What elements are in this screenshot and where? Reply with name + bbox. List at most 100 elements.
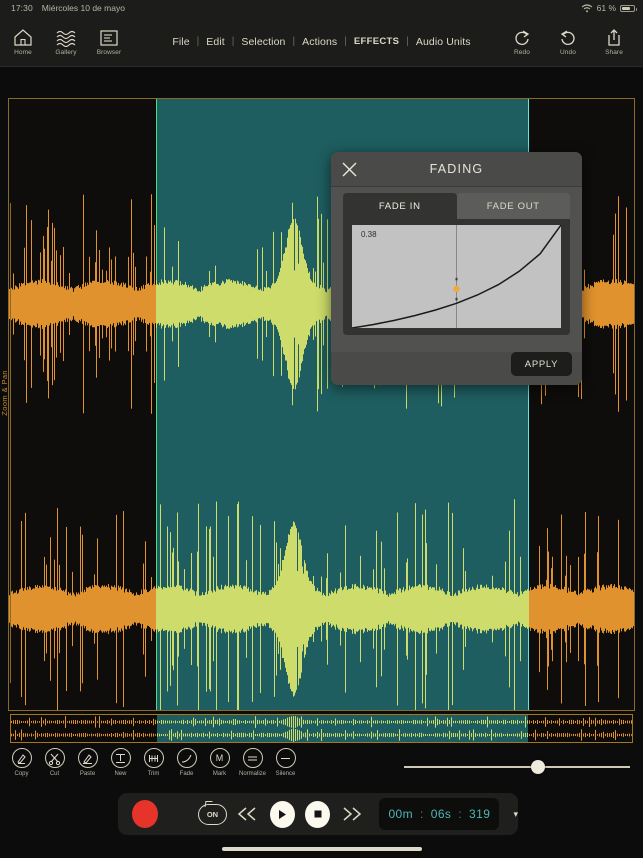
scissors-icon — [44, 748, 65, 768]
status-right-group: 61 % — [581, 3, 637, 13]
battery-percent: 61 % — [596, 3, 616, 13]
share-label: Share — [605, 48, 623, 56]
dialog-body: FADE IN FADE OUT 0.38 — [331, 187, 582, 352]
home-button[interactable]: Home — [6, 27, 40, 56]
menu-item-actions[interactable]: Actions — [295, 36, 344, 48]
tool-trim-label: Trim — [147, 771, 160, 777]
trim-icon — [143, 748, 164, 768]
status-date: Miércoles 10 de mayo — [41, 3, 125, 13]
home-icon — [13, 27, 33, 47]
mark-icon: M — [209, 748, 230, 768]
toolbar-right-group: Redo Undo Share — [505, 27, 631, 56]
time-colon: : — [420, 807, 424, 821]
browser-button[interactable]: Browser — [92, 27, 126, 56]
paste-icon — [77, 748, 98, 768]
tool-copy-label: Copy — [14, 771, 29, 777]
toolbar-left-group: Home Gallery Browser — [6, 27, 126, 56]
tool-copy[interactable]: Copy — [5, 748, 38, 790]
forward-button[interactable] — [339, 806, 363, 822]
chevron-down-icon[interactable]: ▾ — [513, 809, 518, 820]
menu-item-selection[interactable]: Selection — [234, 36, 292, 48]
tool-silence-label: Silence — [275, 771, 296, 777]
zoom-pan-axis-line — [10, 203, 11, 683]
close-icon[interactable] — [341, 161, 358, 178]
dialog-title: FADING — [429, 162, 484, 176]
undo-label: Undo — [560, 48, 576, 56]
redo-icon — [513, 27, 531, 47]
waveform-channel-right — [9, 494, 634, 710]
zoom-slider-thumb[interactable] — [531, 760, 546, 774]
undo-button[interactable]: Undo — [551, 27, 585, 56]
time-seconds: 06s — [430, 807, 452, 821]
tool-normalize[interactable]: Normalize — [236, 748, 269, 790]
browser-icon — [99, 27, 119, 47]
tool-silence[interactable]: Silence — [269, 748, 302, 790]
tool-new-label: New — [114, 771, 127, 777]
zoom-slider-track — [404, 766, 630, 768]
fading-dialog: FADING FADE IN FADE OUT 0.38 APPLY — [331, 152, 582, 385]
waves-icon — [56, 27, 76, 47]
normalize-icon — [242, 748, 263, 768]
tool-cut[interactable]: Cut — [38, 748, 71, 790]
fade-curve-plot — [352, 225, 561, 328]
share-icon — [605, 27, 623, 47]
loop-button[interactable]: ON — [198, 803, 227, 825]
overview-minimap[interactable] — [10, 714, 633, 743]
tool-normalize-label: Normalize — [238, 771, 266, 777]
loop-label: ON — [206, 809, 219, 819]
copy-icon — [11, 748, 32, 768]
gallery-button[interactable]: Gallery — [49, 27, 83, 56]
time-ruler[interactable]: New File 0.0s 6.320s 22.293s 26.8s 44.1K… — [0, 67, 643, 161]
gallery-label: Gallery — [55, 48, 77, 56]
new-icon — [110, 748, 131, 768]
dialog-header: FADING — [331, 152, 582, 187]
record-button[interactable] — [132, 800, 159, 828]
tab-fade-in[interactable]: FADE IN — [343, 193, 457, 219]
zoom-slider[interactable] — [404, 760, 630, 774]
apply-button[interactable]: APPLY — [511, 352, 572, 376]
audio-editor-app: 17:30 Miércoles 10 de mayo 61 % Home Gal… — [0, 0, 643, 858]
tool-paste[interactable]: Paste — [71, 748, 104, 790]
tool-fade[interactable]: Fade — [170, 748, 203, 790]
tool-cut-label: Cut — [49, 771, 60, 777]
rewind-button[interactable] — [236, 806, 260, 822]
time-minutes: 00m — [388, 807, 414, 821]
tool-trim[interactable]: Trim — [137, 748, 170, 790]
menu-item-audio-units[interactable]: Audio Units — [409, 36, 478, 48]
silence-icon — [275, 748, 296, 768]
fade-curve-panel: 0.38 — [343, 219, 570, 335]
minimap-waveform — [11, 716, 632, 742]
transport-bar: ON 00m : 06s : 319 ▾ — [118, 793, 518, 835]
zoom-pan-label: Zoom & Pan — [0, 370, 9, 416]
wifi-icon — [581, 3, 592, 12]
fade-tabs: FADE IN FADE OUT — [343, 193, 570, 219]
undo-icon — [559, 27, 577, 47]
menu-item-effects[interactable]: EFFECTS — [347, 36, 406, 47]
browser-label: Browser — [96, 48, 122, 56]
status-time: 17:30 — [11, 3, 33, 13]
redo-button[interactable]: Redo — [505, 27, 539, 56]
curve-value-label: 0.38 — [361, 230, 377, 239]
battery-icon — [620, 4, 637, 12]
share-button[interactable]: Share — [597, 27, 631, 56]
home-indicator — [221, 847, 422, 851]
tool-mark[interactable]: M Mark — [203, 748, 236, 790]
play-button[interactable] — [269, 800, 295, 828]
menu-item-file[interactable]: File — [165, 36, 196, 48]
tool-mark-label: Mark — [212, 771, 227, 777]
time-colon: : — [458, 807, 463, 821]
tool-fade-label: Fade — [179, 771, 194, 777]
redo-label: Redo — [514, 48, 530, 56]
time-millis: 319 — [469, 807, 491, 821]
home-label: Home — [14, 48, 32, 56]
menu-item-edit[interactable]: Edit — [199, 36, 232, 48]
tab-fade-out[interactable]: FADE OUT — [456, 193, 570, 219]
tool-new[interactable]: New — [104, 748, 137, 790]
tool-strip: Copy Cut Paste New Trim Fade M Mark Norm… — [5, 748, 305, 790]
status-bar: 17:30 Miércoles 10 de mayo 61 % — [0, 0, 643, 16]
stop-button[interactable] — [304, 800, 331, 828]
fade-curve-editor[interactable]: 0.38 — [352, 225, 561, 328]
tool-paste-label: Paste — [79, 771, 96, 777]
time-display[interactable]: 00m : 06s : 319 — [379, 798, 500, 830]
fade-icon — [176, 748, 197, 768]
